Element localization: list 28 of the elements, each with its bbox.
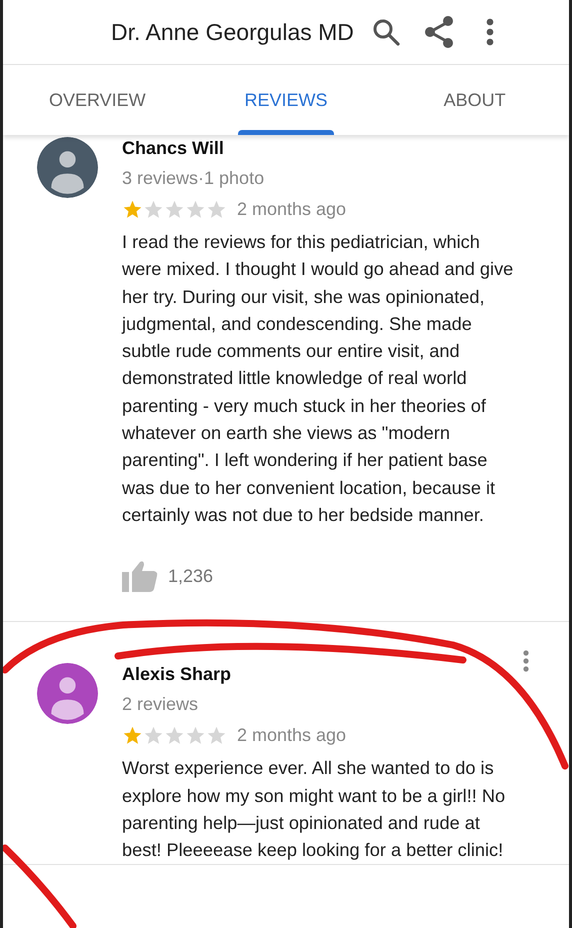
review-time: 2 months ago: [237, 725, 346, 746]
star-icon: [185, 199, 206, 220]
review-time: 2 months ago: [237, 199, 346, 220]
star-icon: [185, 725, 206, 746]
star-icon: [122, 199, 143, 220]
page-title: Dr. Anne Georgulas MD: [111, 18, 354, 46]
thumbs-up-icon[interactable]: [122, 560, 158, 592]
reviewer-stats: 3 reviews·1 photo: [122, 168, 266, 189]
star-icon: [206, 725, 227, 746]
star-icon: [143, 725, 164, 746]
share-icon[interactable]: [424, 16, 454, 48]
star-icon: [206, 199, 227, 220]
like-count: 1,236: [168, 566, 214, 587]
reviewer-name[interactable]: Alexis Sharp: [122, 664, 232, 686]
review-text: I read the reviews for this pediatrician, which were mixed. I thought I would go ahead and give her try. During our visit, she was opinionated, judgmental, and condescending. She made subtle rude comments our entire visit, and demonstrated little knowledge of real world parenting - very much stuck in her theories of whatever on earth she views as "modern parenting". I left wondering if her patient base was due to her convenient location, because it certainly was not due to her bedside manner.: [122, 231, 514, 527]
tab[interactable]: OVERVIEW: [3, 65, 192, 135]
star-icon: [143, 199, 164, 220]
tab[interactable]: REVIEWS: [192, 65, 380, 135]
more-icon[interactable]: [523, 650, 529, 672]
tab[interactable]: ABOUT: [380, 65, 569, 135]
search-icon[interactable]: [372, 18, 400, 46]
review-text: Worst experience ever. All she wanted to do is explore how my son might want to be a girl!! No parenting help—just opinionated and rude at best! Pleeeease keep looking for a better clinic!: [122, 757, 506, 862]
reviewer-name[interactable]: Chancs Will: [122, 138, 224, 159]
more-icon[interactable]: [486, 18, 494, 46]
star-icon: [164, 725, 185, 746]
reviewer-stats: 2 reviews: [122, 694, 200, 716]
star-icon: [164, 199, 185, 220]
star-icon: [122, 725, 143, 746]
